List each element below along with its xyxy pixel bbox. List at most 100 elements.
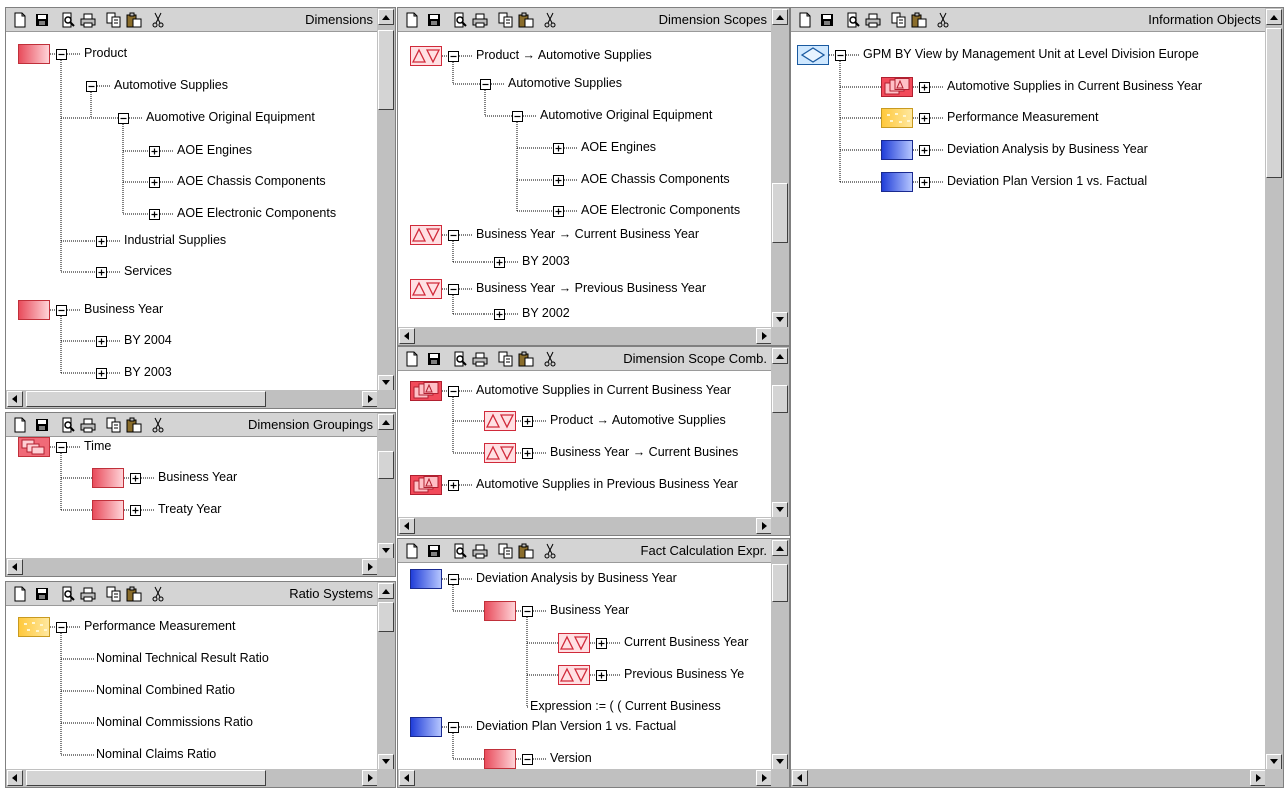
tree-expander-plus[interactable] xyxy=(919,145,930,156)
vertical-scroll-thumb[interactable] xyxy=(378,30,394,110)
tree-expander-plus[interactable] xyxy=(919,113,930,124)
scroll-right-button[interactable] xyxy=(362,391,378,407)
scope-icon[interactable] xyxy=(410,225,442,248)
scroll-down-button[interactable] xyxy=(772,754,788,770)
copy-icon[interactable] xyxy=(891,12,907,28)
copy-icon[interactable] xyxy=(106,417,122,433)
new-file-icon[interactable] xyxy=(12,12,28,28)
tree-node-label[interactable]: BY 2003 xyxy=(124,365,172,380)
tree-node-label[interactable]: Business Year xyxy=(158,470,237,485)
print-icon[interactable] xyxy=(472,351,488,367)
print-preview-icon[interactable] xyxy=(60,417,76,433)
tree-node-label[interactable]: Business Year xyxy=(550,603,629,618)
tree-node-label[interactable]: Business Year → Previous Business Year xyxy=(476,281,706,296)
vertical-scrollbar[interactable] xyxy=(377,8,395,392)
horizontal-scrollbar[interactable] xyxy=(6,390,379,408)
horizontal-scrollbar[interactable] xyxy=(791,769,1267,787)
fact-calculation-icon[interactable] xyxy=(410,569,442,592)
vertical-scrollbar[interactable] xyxy=(1265,8,1283,771)
tree-node-label[interactable]: Automotive Supplies in Current Business … xyxy=(476,383,731,398)
print-preview-icon[interactable] xyxy=(60,12,76,28)
horizontal-scrollbar[interactable] xyxy=(6,558,379,576)
tree-expander-plus[interactable] xyxy=(130,473,141,484)
tree-node-label[interactable]: BY 2002 xyxy=(522,306,570,321)
tree-node-label[interactable]: Product → Automotive Supplies xyxy=(476,48,652,63)
tree-expander-plus[interactable] xyxy=(494,309,505,320)
tree-expander-plus[interactable] xyxy=(96,336,107,347)
tree-expander-minus[interactable] xyxy=(480,79,491,90)
cut-icon[interactable] xyxy=(542,351,558,367)
tree-node-label[interactable]: Current Business Year xyxy=(624,635,748,650)
tree-node-label[interactable]: Automotive Original Equipment xyxy=(540,108,712,123)
paste-icon[interactable] xyxy=(518,543,534,559)
print-preview-icon[interactable] xyxy=(452,543,468,559)
tree-node-label[interactable]: AOE Electronic Components xyxy=(177,206,336,221)
tree-node-label[interactable]: BY 2003 xyxy=(522,254,570,269)
tree-expander-plus[interactable] xyxy=(130,505,141,516)
tree-expander-plus[interactable] xyxy=(149,209,160,220)
paste-icon[interactable] xyxy=(911,12,927,28)
paste-icon[interactable] xyxy=(126,417,142,433)
dimension-icon[interactable] xyxy=(18,44,50,67)
save-icon[interactable] xyxy=(426,351,442,367)
paste-icon[interactable] xyxy=(518,12,534,28)
horizontal-scrollbar[interactable] xyxy=(6,769,379,787)
tree-expander-minus[interactable] xyxy=(522,754,533,765)
tree-node-label[interactable]: Industrial Supplies xyxy=(124,233,226,248)
dimension-icon[interactable] xyxy=(18,300,50,323)
tree-expander-minus[interactable] xyxy=(448,51,459,62)
tree-expander-minus[interactable] xyxy=(118,113,129,124)
horizontal-scrollbar[interactable] xyxy=(398,517,773,535)
scope-icon[interactable] xyxy=(484,411,516,434)
new-file-icon[interactable] xyxy=(12,586,28,602)
tree-expander-plus[interactable] xyxy=(553,143,564,154)
copy-icon[interactable] xyxy=(106,586,122,602)
scroll-left-button[interactable] xyxy=(792,770,808,786)
horizontal-scrollbar[interactable] xyxy=(398,769,773,787)
ratio-system-icon[interactable] xyxy=(18,617,50,640)
print-preview-icon[interactable] xyxy=(60,586,76,602)
scroll-up-button[interactable] xyxy=(772,348,788,364)
scroll-right-button[interactable] xyxy=(756,518,772,534)
print-preview-icon[interactable] xyxy=(452,351,468,367)
tree-node-label[interactable]: Expression := ( ( Current Business xyxy=(530,699,721,714)
tree-expander-minus[interactable] xyxy=(448,574,459,585)
scroll-right-button[interactable] xyxy=(756,770,772,786)
scope-combination-icon[interactable] xyxy=(881,77,913,100)
new-file-icon[interactable] xyxy=(797,12,813,28)
ratio-system-icon[interactable] xyxy=(881,108,913,131)
tree-expander-plus[interactable] xyxy=(919,177,930,188)
scroll-down-button[interactable] xyxy=(1266,754,1282,770)
print-icon[interactable] xyxy=(472,543,488,559)
tree-node-label[interactable]: Time xyxy=(84,439,111,454)
scroll-left-button[interactable] xyxy=(7,391,23,407)
scroll-left-button[interactable] xyxy=(399,518,415,534)
tree-expander-plus[interactable] xyxy=(522,416,533,427)
cut-icon[interactable] xyxy=(935,12,951,28)
tree-node-label[interactable]: Nominal Combined Ratio xyxy=(96,683,235,698)
new-file-icon[interactable] xyxy=(404,543,420,559)
tree-node-label[interactable]: Nominal Commissions Ratio xyxy=(96,715,253,730)
dimension-icon[interactable] xyxy=(92,500,124,523)
print-icon[interactable] xyxy=(80,586,96,602)
tree-node-label[interactable]: Deviation Analysis by Business Year xyxy=(947,142,1148,157)
print-icon[interactable] xyxy=(80,12,96,28)
tree-node-label[interactable]: Treaty Year xyxy=(158,502,221,517)
tree-node-label[interactable]: GPM BY View by Management Unit at Level … xyxy=(863,47,1199,62)
tree-node-label[interactable]: Business Year → Current Business Year xyxy=(476,227,699,242)
tree-expander-plus[interactable] xyxy=(96,236,107,247)
tree-node-label[interactable]: Automotive Supplies xyxy=(508,76,622,91)
scroll-up-button[interactable] xyxy=(772,540,788,556)
new-file-icon[interactable] xyxy=(404,12,420,28)
scope-icon[interactable] xyxy=(558,665,590,688)
print-icon[interactable] xyxy=(80,417,96,433)
tree-node-label[interactable]: Automotive Supplies in Current Business … xyxy=(947,79,1202,94)
vertical-scroll-thumb[interactable] xyxy=(772,385,788,413)
save-icon[interactable] xyxy=(426,12,442,28)
fact-calculation-icon[interactable] xyxy=(410,717,442,740)
grouping-icon[interactable] xyxy=(18,437,50,460)
cut-icon[interactable] xyxy=(150,586,166,602)
cut-icon[interactable] xyxy=(542,543,558,559)
tree-node-label[interactable]: Performance Measurement xyxy=(947,110,1098,125)
new-file-icon[interactable] xyxy=(404,351,420,367)
